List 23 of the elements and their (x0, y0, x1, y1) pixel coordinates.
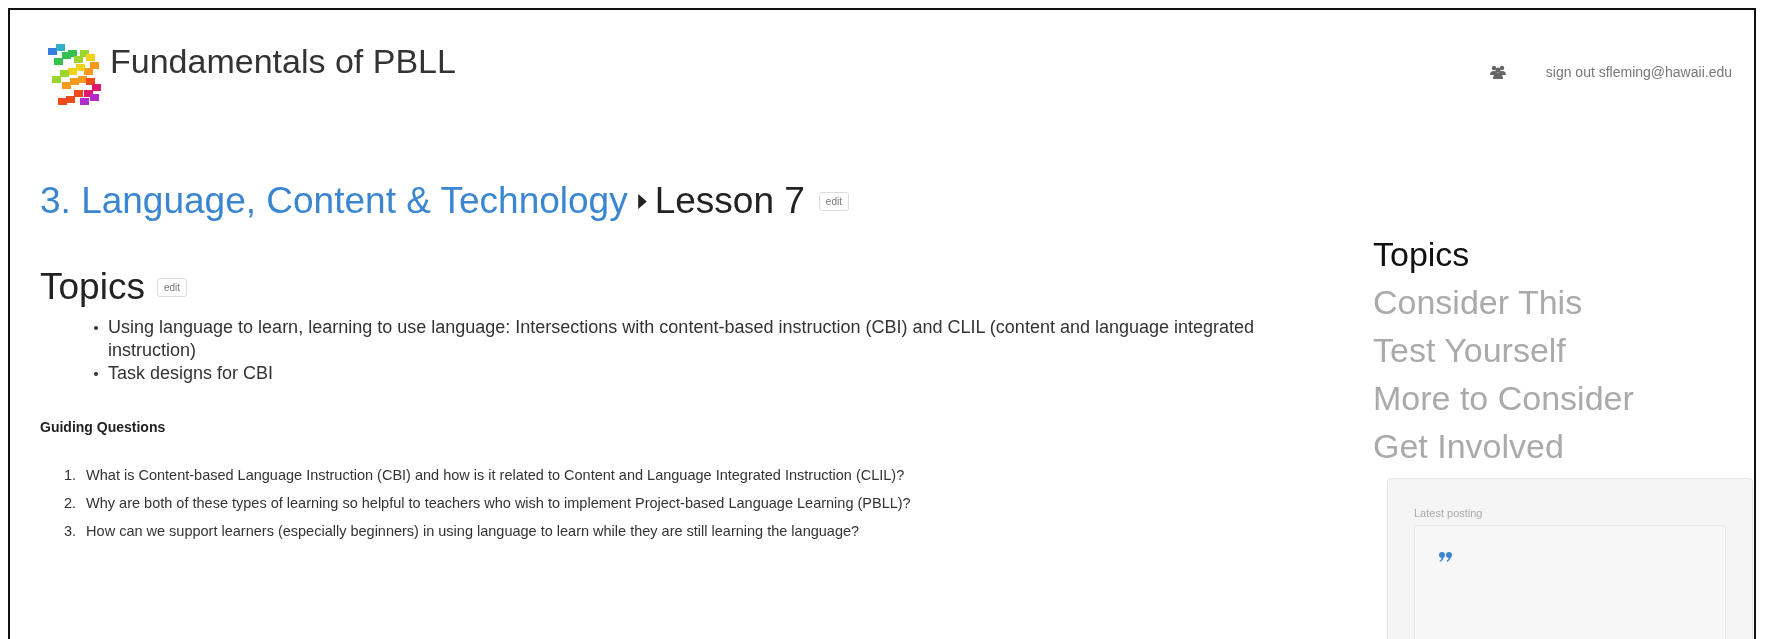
breadcrumb-link[interactable]: 3. Language, Content & Technology (40, 180, 628, 222)
section-heading: Topics (40, 266, 145, 308)
card-label: Latest posting (1414, 507, 1484, 519)
sidebar-link[interactable]: Topics (1373, 230, 1470, 278)
question-text: What is Content-based Language Instruction (CBI) and how is it related to Content and Language Integrated Instruction (CLIL)? (86, 466, 905, 485)
users-icon (1489, 65, 1506, 79)
edit-button[interactable]: edit (156, 277, 187, 297)
question-text: Why are both of these types of learning so helpful to teachers who wish to implement Project-based Language Learning (PBLL)? (86, 494, 911, 513)
list-number: 3. (64, 522, 77, 541)
list-number: 1. (64, 466, 77, 485)
bullet-icon (94, 372, 98, 376)
lesson-title: Lesson 7 (654, 180, 805, 222)
topic-text: Using language to learn, learning to use language: Intersections with content-based instruction (CBI) and CLIL (content and language integrated instruction) (108, 316, 1256, 362)
edit-button[interactable]: edit (818, 191, 849, 211)
sign-out-link[interactable]: sign out sfleming@hawaii.edu (1545, 64, 1732, 80)
question-text: How can we support learners (especially beginners) in using language to learn while they are still learning the language? (86, 522, 860, 541)
list-number: 2. (64, 494, 77, 513)
subheading: Guiding Questions (40, 419, 167, 435)
caret-icon (637, 193, 647, 209)
site-title[interactable]: Fundamentals of PBLL (110, 42, 456, 81)
topic-text: Task designs for CBI (108, 362, 275, 385)
bullet-icon (94, 326, 98, 330)
quote-icon (1439, 552, 1453, 562)
